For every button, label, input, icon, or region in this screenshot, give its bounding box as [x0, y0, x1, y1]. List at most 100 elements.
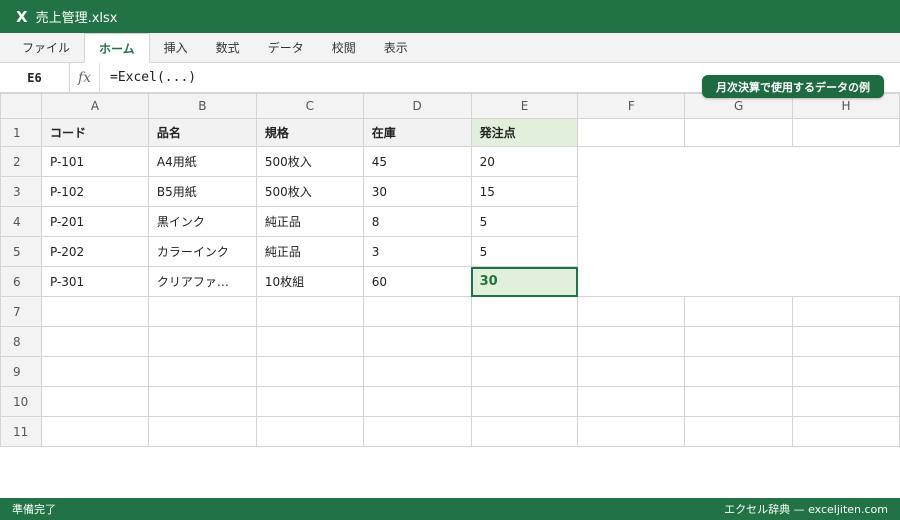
cell[interactable]: [255, 416, 364, 447]
cell[interactable]: 純正品: [255, 206, 364, 237]
cell[interactable]: 45: [362, 146, 472, 177]
select-all-corner[interactable]: [0, 93, 42, 119]
cell[interactable]: 15: [470, 176, 579, 207]
cell[interactable]: [792, 416, 900, 447]
cell[interactable]: [577, 386, 686, 417]
name-box[interactable]: E6: [0, 62, 70, 93]
cell[interactable]: [470, 356, 579, 387]
cell[interactable]: [577, 416, 686, 447]
cell[interactable]: [792, 356, 900, 387]
cell[interactable]: [147, 296, 257, 327]
fx-icon[interactable]: fx: [70, 62, 100, 93]
formula-input[interactable]: =Excel(...): [100, 70, 196, 85]
cell[interactable]: [147, 386, 257, 417]
cell[interactable]: [792, 326, 900, 357]
column-header[interactable]: A: [40, 93, 149, 119]
row-header[interactable]: 2: [0, 146, 42, 177]
cell[interactable]: [255, 296, 364, 327]
cell[interactable]: [792, 118, 900, 147]
cell[interactable]: [147, 326, 257, 357]
cell[interactable]: 20: [470, 146, 579, 177]
cell[interactable]: [684, 416, 794, 447]
cell[interactable]: [577, 356, 686, 387]
cell[interactable]: [362, 416, 472, 447]
cell[interactable]: 5: [470, 206, 579, 237]
row-header[interactable]: 6: [0, 266, 42, 297]
cell[interactable]: [147, 416, 257, 447]
row-header[interactable]: 7: [0, 296, 42, 327]
cell[interactable]: [40, 386, 149, 417]
cell[interactable]: 純正品: [255, 236, 364, 267]
column-header[interactable]: E: [470, 93, 579, 119]
header-cell[interactable]: 在庫: [362, 118, 472, 147]
column-header[interactable]: C: [255, 93, 364, 119]
column-header[interactable]: F: [577, 93, 686, 119]
cell[interactable]: クリアファ…: [147, 266, 257, 297]
header-cell[interactable]: 発注点: [470, 118, 579, 147]
tab-view[interactable]: 表示: [370, 33, 422, 62]
cell[interactable]: [255, 326, 364, 357]
cell[interactable]: 3: [362, 236, 472, 267]
cell[interactable]: [255, 356, 364, 387]
tab-file[interactable]: ファイル: [8, 33, 84, 62]
row-header[interactable]: 8: [0, 326, 42, 357]
cell[interactable]: [684, 296, 794, 327]
cell[interactable]: P-102: [40, 176, 149, 207]
cell[interactable]: [684, 326, 794, 357]
cell[interactable]: [255, 386, 364, 417]
cell[interactable]: [470, 296, 579, 327]
cell[interactable]: P-201: [40, 206, 149, 237]
column-header[interactable]: D: [362, 93, 472, 119]
row-header[interactable]: 11: [0, 416, 42, 447]
cell[interactable]: [792, 296, 900, 327]
cell[interactable]: 60: [362, 266, 472, 297]
cell[interactable]: 10枚組: [255, 266, 364, 297]
cell[interactable]: [362, 386, 472, 417]
cell[interactable]: [40, 356, 149, 387]
row-header[interactable]: 4: [0, 206, 42, 237]
column-header[interactable]: B: [147, 93, 257, 119]
cell[interactable]: [684, 386, 794, 417]
cell[interactable]: [147, 356, 257, 387]
cell[interactable]: [40, 296, 149, 327]
cell[interactable]: P-202: [40, 236, 149, 267]
cell[interactable]: [684, 118, 794, 147]
cell[interactable]: [470, 326, 579, 357]
cell[interactable]: [470, 386, 579, 417]
row-header[interactable]: 5: [0, 236, 42, 267]
tab-home[interactable]: ホーム: [84, 33, 150, 63]
row-header[interactable]: 10: [0, 386, 42, 417]
cell[interactable]: 500枚入: [255, 176, 364, 207]
cell[interactable]: P-101: [40, 146, 149, 177]
tab-insert[interactable]: 挿入: [150, 33, 202, 62]
cell[interactable]: [577, 118, 686, 147]
row-header[interactable]: 9: [0, 356, 42, 387]
cell[interactable]: 5: [470, 236, 579, 267]
cell[interactable]: 8: [362, 206, 472, 237]
cell[interactable]: [40, 416, 149, 447]
cell[interactable]: P-301: [40, 266, 149, 297]
header-cell[interactable]: 規格: [255, 118, 364, 147]
cell[interactable]: [577, 296, 686, 327]
cell[interactable]: [362, 356, 472, 387]
cell[interactable]: 30: [362, 176, 472, 207]
header-cell[interactable]: コード: [40, 118, 149, 147]
cell[interactable]: 500枚入: [255, 146, 364, 177]
cell[interactable]: [362, 326, 472, 357]
cell[interactable]: [792, 386, 900, 417]
tab-review[interactable]: 校閲: [318, 33, 370, 62]
row-header[interactable]: 3: [0, 176, 42, 207]
tab-formulas[interactable]: 数式: [202, 33, 254, 62]
row-header[interactable]: 1: [0, 118, 42, 147]
cell[interactable]: 黒インク: [147, 206, 257, 237]
selected-cell[interactable]: 30: [470, 266, 579, 297]
cell[interactable]: B5用紙: [147, 176, 257, 207]
cell[interactable]: [684, 356, 794, 387]
cell[interactable]: [40, 326, 149, 357]
cell[interactable]: カラーインク: [147, 236, 257, 267]
cell[interactable]: [577, 326, 686, 357]
tab-data[interactable]: データ: [254, 33, 318, 62]
cell[interactable]: [470, 416, 579, 447]
cell[interactable]: [362, 296, 472, 327]
cell[interactable]: A4用紙: [147, 146, 257, 177]
